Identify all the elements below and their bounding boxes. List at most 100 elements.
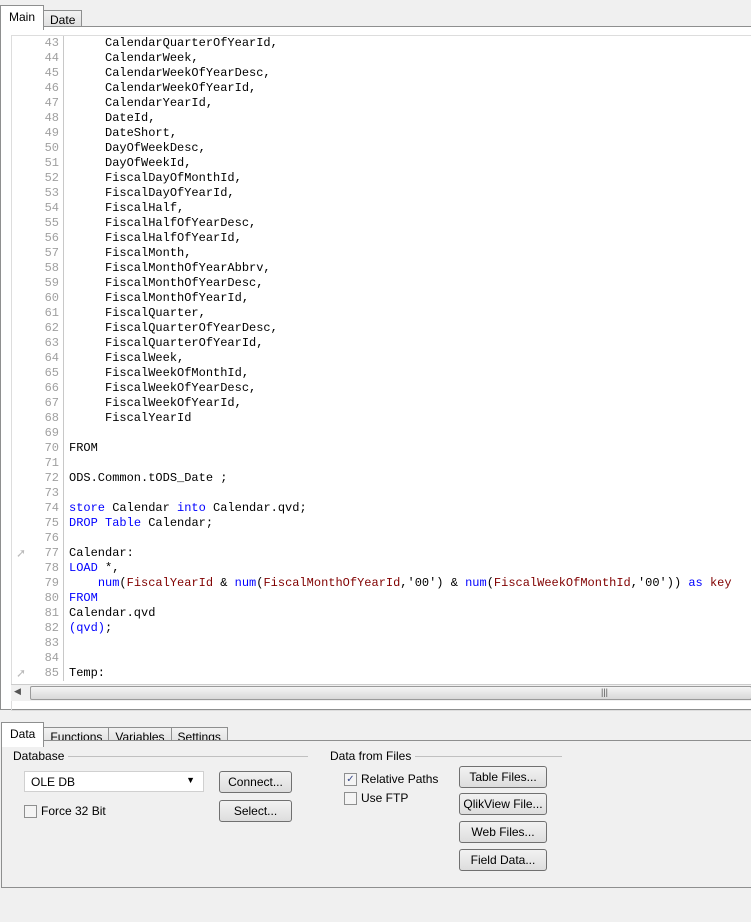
code-line[interactable]: 52 FiscalDayOfMonthId, <box>12 171 751 186</box>
code-line[interactable]: 81 Calendar.qvd <box>12 606 751 621</box>
database-select[interactable]: OLE DB ▼ <box>24 771 204 792</box>
chevron-down-icon: ▼ <box>186 775 195 785</box>
code-area[interactable]: 43 CalendarQuarterOfYearId, 44 CalendarWe… <box>11 35 751 711</box>
code-line[interactable]: 46 CalendarWeekOfYearId, <box>12 81 751 96</box>
code-line[interactable]: 44 CalendarWeek, <box>12 51 751 66</box>
code-line[interactable]: 82 (qvd); <box>12 621 751 636</box>
code-line[interactable]: 43 CalendarQuarterOfYearId, <box>12 36 751 51</box>
line-number: 55 <box>44 216 59 230</box>
code-token: Calendar <box>105 501 178 515</box>
horizontal-scrollbar[interactable]: ◀ ||| <box>11 684 751 701</box>
scrollbar-thumb[interactable]: ||| <box>30 686 751 700</box>
use-ftp-checkbox[interactable]: Use FTP <box>344 791 408 805</box>
line-number: 64 <box>44 351 59 365</box>
code-line[interactable]: 56 FiscalHalfOfYearId, <box>12 231 751 246</box>
code-line[interactable]: 58 FiscalMonthOfYearAbbrv, <box>12 261 751 276</box>
code-line[interactable]: 70 FROM <box>12 441 751 456</box>
code-line[interactable]: 59 FiscalMonthOfYearDesc, <box>12 276 751 291</box>
code-line[interactable]: 73 <box>12 486 751 501</box>
code-line[interactable]: 85 ➚ Temp: <box>12 666 751 681</box>
code-text: store Calendar into Calendar.qvd; <box>69 501 307 516</box>
code-line[interactable]: 65 FiscalWeekOfMonthId, <box>12 366 751 381</box>
gutter-divider <box>63 666 64 681</box>
gutter-divider <box>63 216 64 231</box>
tab-main[interactable]: Main <box>0 5 45 30</box>
code-line[interactable]: 74 store Calendar into Calendar.qvd; <box>12 501 751 516</box>
gutter-divider <box>63 126 64 141</box>
table-files-button[interactable]: Table Files... <box>459 766 547 788</box>
code-token: CalendarQuarterOfYearId, <box>69 36 278 50</box>
code-line[interactable]: 50 DayOfWeekDesc, <box>12 141 751 156</box>
line-number: 73 <box>44 486 59 500</box>
code-line[interactable]: 69 <box>12 426 751 441</box>
code-token: FiscalWeekOfMonthId <box>493 576 631 590</box>
line-number: 46 <box>44 81 59 95</box>
gutter-divider <box>63 441 64 456</box>
code-line[interactable]: 75 DROP Table Calendar; <box>12 516 751 531</box>
code-line[interactable]: 68 FiscalYearId <box>12 411 751 426</box>
line-number: 47 <box>44 96 59 110</box>
code-token: ( <box>486 576 494 590</box>
code-token: FiscalMonth, <box>69 246 192 260</box>
code-line[interactable]: 78 LOAD *, <box>12 561 751 576</box>
code-line[interactable]: 55 FiscalHalfOfYearDesc, <box>12 216 751 231</box>
code-token: CalendarWeekOfYearDesc, <box>69 66 271 80</box>
code-line[interactable]: 84 <box>12 651 751 666</box>
gutter-divider <box>63 321 64 336</box>
code-line[interactable]: 54 FiscalHalf, <box>12 201 751 216</box>
code-line[interactable]: 77 ➚ Calendar: <box>12 546 751 561</box>
scroll-left-icon[interactable]: ◀ <box>14 686 21 697</box>
code-token: FROM <box>69 441 98 455</box>
code-text: FiscalWeekOfYearDesc, <box>69 381 256 396</box>
code-line[interactable]: 83 <box>12 636 751 651</box>
code-text: DayOfWeekDesc, <box>69 141 206 156</box>
code-line[interactable]: 63 FiscalQuarterOfYearId, <box>12 336 751 351</box>
select-button[interactable]: Select... <box>219 800 292 822</box>
code-token: num <box>97 576 120 590</box>
line-number: 63 <box>44 336 59 350</box>
code-text: CalendarWeekOfYearDesc, <box>69 66 271 81</box>
code-line[interactable]: 72 ODS.Common.tODS_Date ; <box>12 471 751 486</box>
code-line[interactable]: 66 FiscalWeekOfYearDesc, <box>12 381 751 396</box>
field-data-button[interactable]: Field Data... <box>459 849 547 871</box>
code-line[interactable]: 45 CalendarWeekOfYearDesc, <box>12 66 751 81</box>
code-token: Calendar: <box>69 546 134 560</box>
code-line[interactable]: 51 DayOfWeekId, <box>12 156 751 171</box>
code-token: DayOfWeekDesc, <box>69 141 206 155</box>
connect-button[interactable]: Connect... <box>219 771 292 793</box>
bookmark-icon[interactable]: ➚ <box>16 667 26 682</box>
code-line[interactable]: 53 FiscalDayOfYearId, <box>12 186 751 201</box>
code-line[interactable]: 76 <box>12 531 751 546</box>
code-line[interactable]: 57 FiscalMonth, <box>12 246 751 261</box>
code-token: ODS.Common.tODS_Date ; <box>69 471 228 485</box>
force-32-bit-checkbox[interactable]: Force 32 Bit <box>24 804 106 818</box>
code-text: FROM <box>69 591 98 606</box>
code-token: Table <box>105 516 142 530</box>
relative-paths-checkbox[interactable]: ✓ Relative Paths <box>344 772 438 786</box>
code-line[interactable]: 62 FiscalQuarterOfYearDesc, <box>12 321 751 336</box>
line-number: 84 <box>44 651 59 665</box>
bookmark-icon[interactable]: ➚ <box>16 547 26 562</box>
code-line[interactable]: 47 CalendarYearId, <box>12 96 751 111</box>
code-line[interactable]: 80 FROM <box>12 591 751 606</box>
web-files-button[interactable]: Web Files... <box>459 821 547 843</box>
code-line[interactable]: 67 FiscalWeekOfYearId, <box>12 396 751 411</box>
code-line[interactable]: 79 num(FiscalYearId & num(FiscalMonthOfY… <box>12 576 751 591</box>
code-line[interactable]: 71 <box>12 456 751 471</box>
code-line[interactable]: 49 DateShort, <box>12 126 751 141</box>
qlikview-file-button[interactable]: QlikView File... <box>459 793 547 815</box>
code-text: FiscalMonthOfYearDesc, <box>69 276 263 291</box>
line-number: 72 <box>44 471 59 485</box>
line-number: 70 <box>44 441 59 455</box>
code-token: FiscalDayOfMonthId, <box>69 171 242 185</box>
code-line[interactable]: 48 DateId, <box>12 111 751 126</box>
code-line[interactable]: 61 FiscalQuarter, <box>12 306 751 321</box>
code-token: CalendarWeekOfYearId, <box>69 81 257 95</box>
code-text: DROP Table Calendar; <box>69 516 213 531</box>
code-line[interactable]: 60 FiscalMonthOfYearId, <box>12 291 751 306</box>
code-text: FROM <box>69 441 98 456</box>
code-token: DateShort, <box>69 126 178 140</box>
code-line[interactable]: 64 FiscalWeek, <box>12 351 751 366</box>
tab-data[interactable]: Data <box>1 722 45 747</box>
